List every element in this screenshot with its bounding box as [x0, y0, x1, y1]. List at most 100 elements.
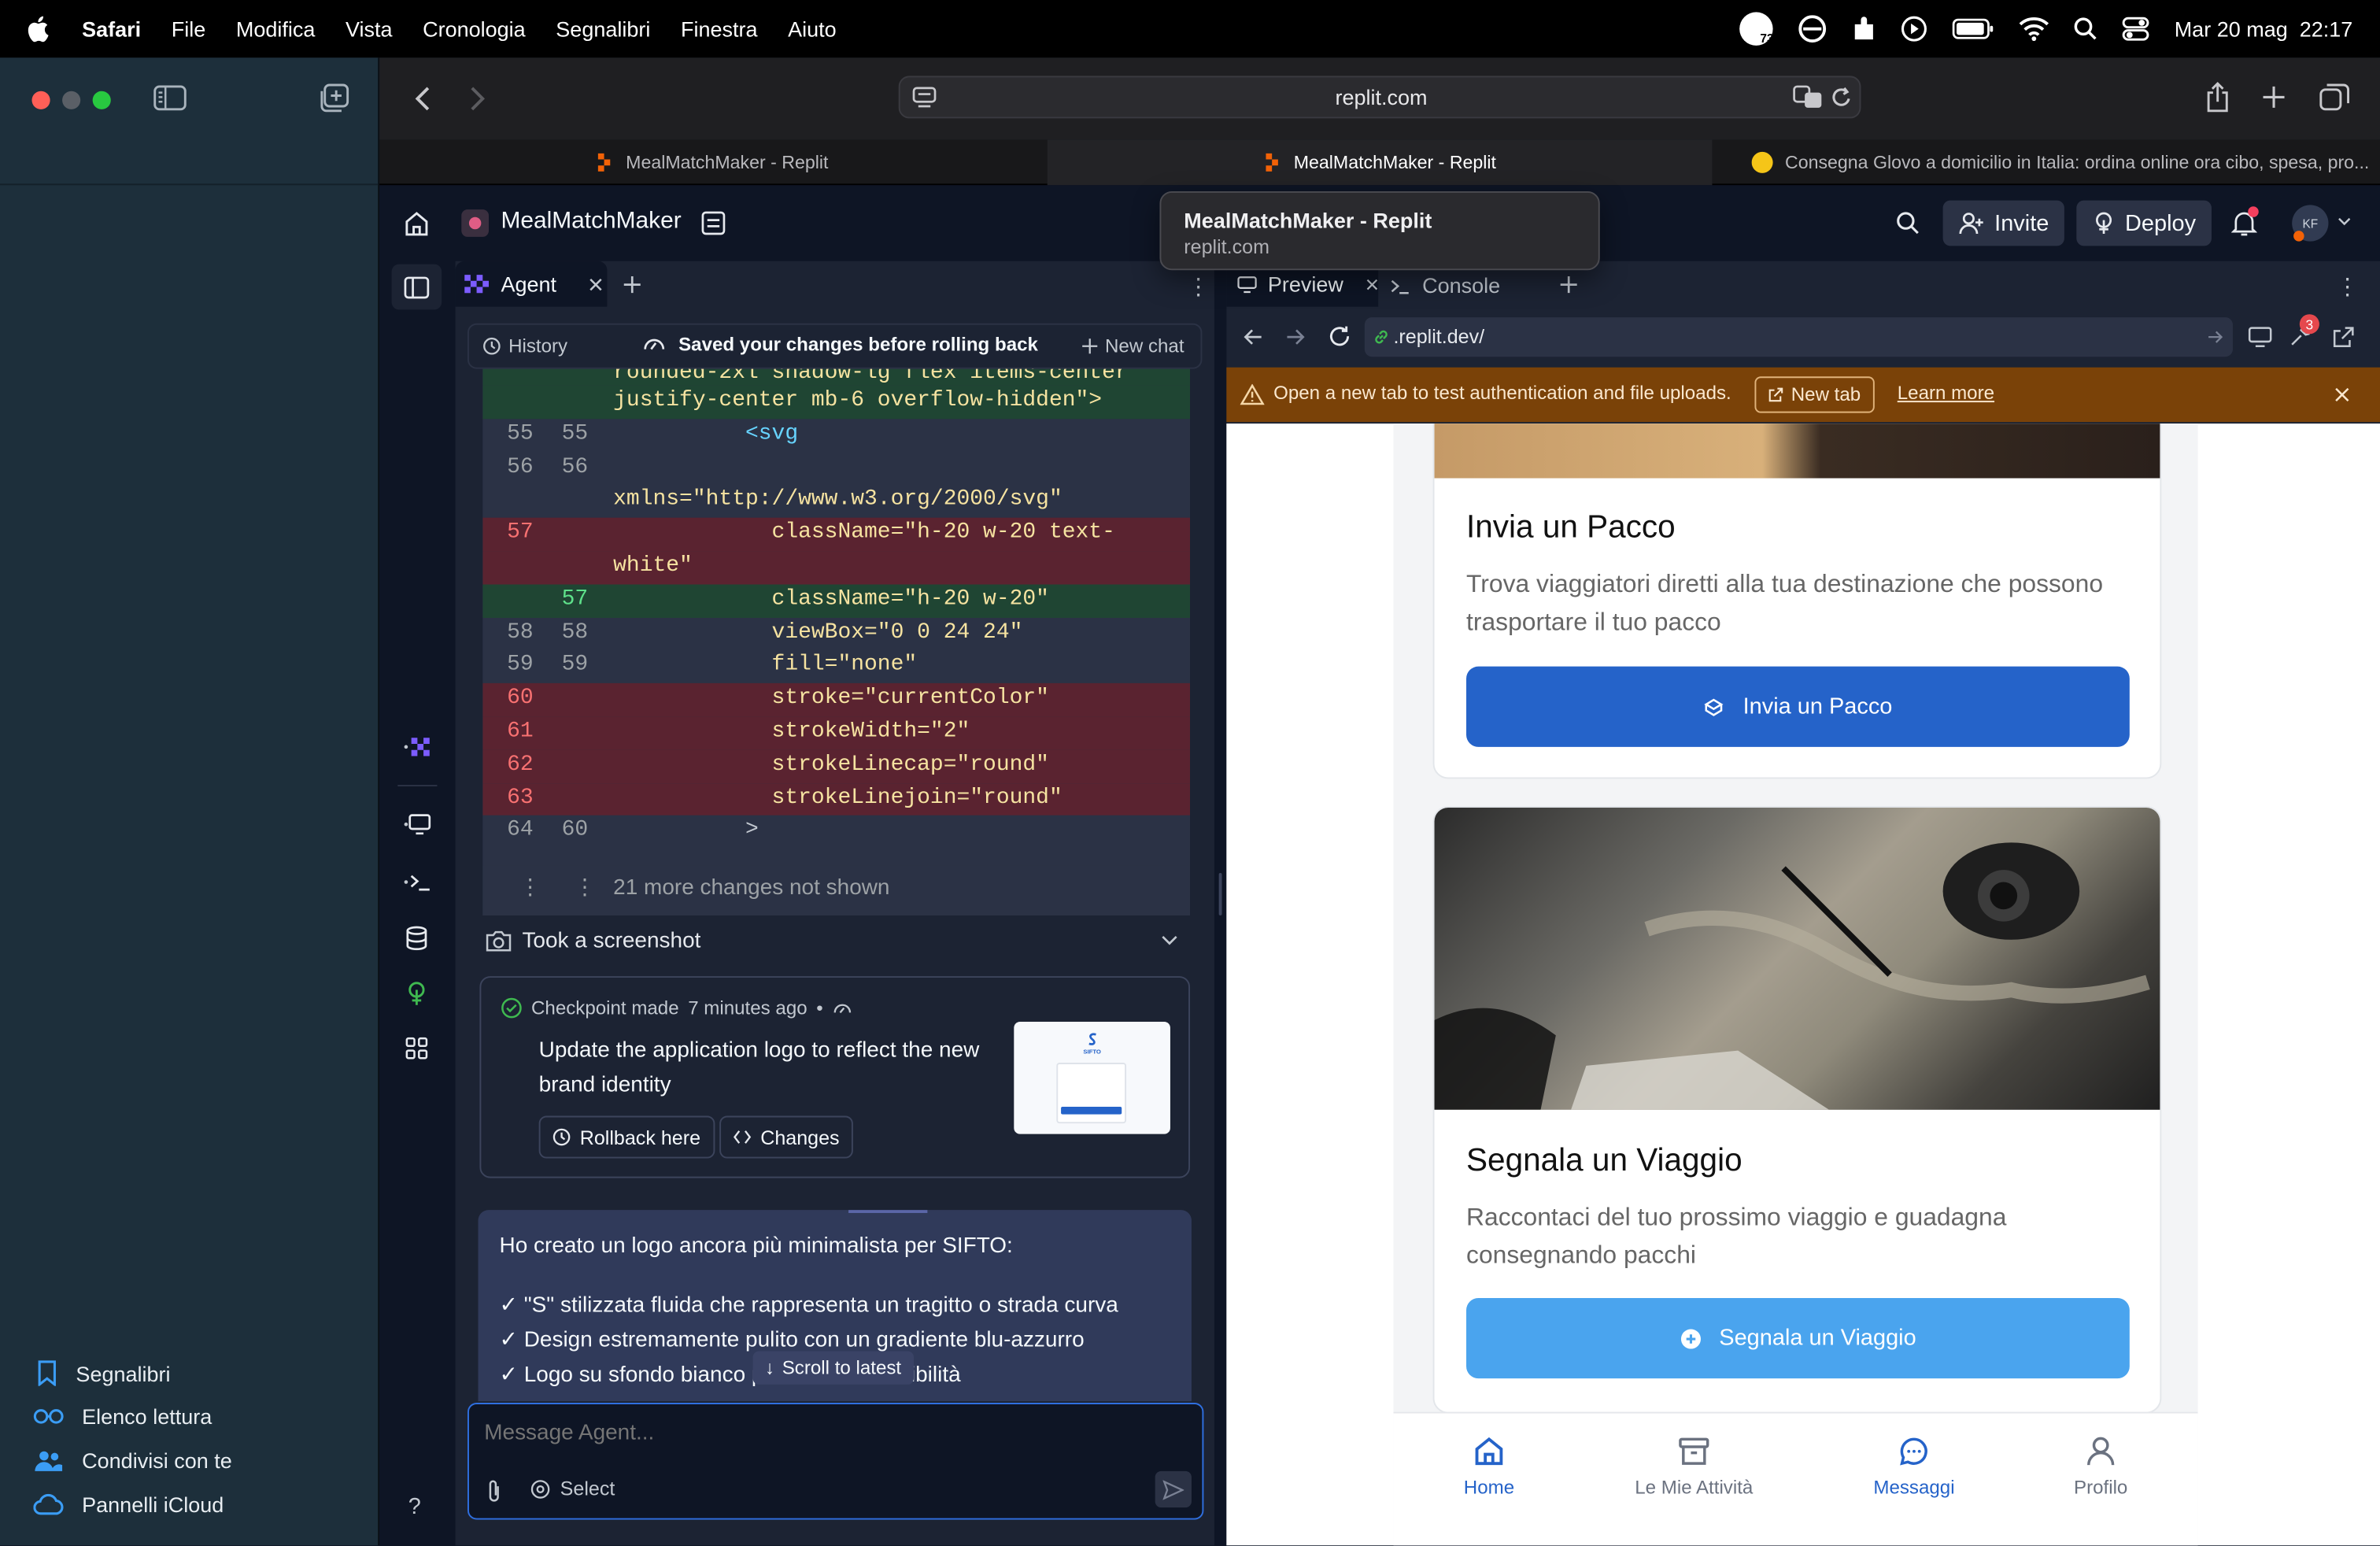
home-icon[interactable] [404, 211, 430, 237]
minimize-window-button[interactable] [62, 91, 81, 109]
play-icon[interactable] [1901, 15, 1929, 43]
rollback-button[interactable]: Rollback here [538, 1115, 715, 1159]
close-icon[interactable] [2334, 387, 2349, 402]
menu-modifica[interactable]: Modifica [221, 17, 331, 41]
new-tab-icon[interactable] [2262, 85, 2286, 109]
sidebar-shared-with-you[interactable]: Condivisi con te [33, 1448, 232, 1473]
puzzle-icon[interactable] [1853, 15, 1877, 43]
nav-messages[interactable]: Messaggi [1823, 1435, 2005, 1499]
pane-resize-handle[interactable] [1218, 872, 1222, 915]
translate-icon[interactable] [1793, 85, 1824, 109]
console-tab[interactable]: Console [1391, 273, 1500, 298]
menu-finestra[interactable]: Finestra [666, 17, 773, 41]
nav-profile[interactable]: Profilo [2009, 1435, 2191, 1499]
menu-app-name[interactable]: Safari [67, 17, 157, 41]
sidebar-icloud-tabs[interactable]: Pannelli iCloud [33, 1492, 224, 1517]
chevron-down-icon[interactable] [1161, 935, 1177, 946]
sidebar-bookmarks[interactable]: Segnalibri [36, 1360, 171, 1386]
eye-status-icon[interactable] [1798, 15, 1828, 43]
webview-tool-icon[interactable] [404, 814, 431, 837]
menu-aiuto[interactable]: Aiuto [773, 17, 852, 41]
tab-overview-icon[interactable] [2319, 83, 2350, 111]
learn-more-link[interactable]: Learn more [1898, 383, 1994, 404]
project-avatar[interactable] [461, 209, 490, 237]
forward-icon[interactable] [469, 85, 487, 113]
deploy-button[interactable]: Deploy [2076, 200, 2212, 246]
tab-mealmatchmaker-2[interactable]: MealMatchMaker - Replit [1047, 139, 1713, 186]
nav-my-activities[interactable]: Le Mie Attività [1603, 1435, 1785, 1499]
notifications-bell-icon[interactable] [2231, 206, 2259, 237]
screenshot-action[interactable]: Took a screenshot [486, 926, 1184, 956]
address-text[interactable]: replit.com [900, 85, 1863, 109]
expand-icon[interactable]: ⋮ [574, 876, 596, 901]
share-icon[interactable] [2205, 82, 2230, 113]
new-line-number: 56 [561, 454, 589, 479]
attach-icon[interactable] [486, 1478, 502, 1503]
help-icon[interactable]: ? [408, 1494, 421, 1520]
preview-back-icon[interactable] [1244, 328, 1263, 346]
tab-mealmatchmaker-1[interactable]: MealMatchMaker - Replit [379, 139, 1044, 185]
project-info-icon[interactable] [701, 211, 726, 235]
add-tab-icon[interactable] [1560, 276, 1577, 294]
new-chat-button[interactable]: New chat [1082, 335, 1184, 357]
close-icon[interactable] [1366, 277, 1378, 290]
send-package-button[interactable]: Invia un Pacco [1466, 666, 2130, 747]
preview-forward-icon[interactable] [1286, 328, 1306, 346]
menubar-clock[interactable]: Mar 20 mag 22:17 [2175, 17, 2353, 41]
devtools-icon[interactable]: 3 [2289, 314, 2319, 348]
deployments-icon[interactable] [405, 981, 428, 1007]
new-tab-group-icon[interactable] [317, 83, 349, 114]
close-window-button[interactable] [31, 91, 50, 109]
invite-button[interactable]: Invite [1942, 200, 2064, 246]
zoom-window-button[interactable] [92, 91, 111, 109]
close-icon[interactable] [589, 277, 602, 290]
battery-icon[interactable] [1953, 18, 1995, 39]
pane-menu-icon[interactable]: ⋮ [1187, 273, 1210, 301]
message-agent-input[interactable] [484, 1416, 1183, 1450]
agent-tool-icon[interactable] [404, 734, 431, 759]
open-new-tab-icon[interactable] [2333, 327, 2354, 348]
file-tree-toggle-icon[interactable] [391, 264, 442, 310]
database-icon[interactable] [405, 926, 428, 951]
banner-new-tab-button[interactable]: New tab [1754, 376, 1875, 413]
nav-home[interactable]: Home [1398, 1435, 1580, 1499]
menu-file[interactable]: File [156, 17, 220, 41]
apple-icon[interactable] [0, 15, 67, 43]
wifi-icon[interactable] [2020, 17, 2050, 42]
status-app-icon[interactable]: 73 [1740, 12, 1774, 46]
device-preview-icon[interactable] [2248, 327, 2272, 348]
checkpoint-thumbnail[interactable]: SIFTO [1014, 1021, 1170, 1134]
user-avatar[interactable]: KF [2292, 205, 2329, 242]
menu-segnalibri[interactable]: Segnalibri [541, 17, 666, 41]
spotlight-search-icon[interactable] [2074, 17, 2098, 41]
arrow-right-icon[interactable] [2207, 330, 2223, 345]
sidebar-toggle-icon[interactable] [153, 85, 187, 111]
reload-icon[interactable] [1831, 87, 1852, 109]
search-icon[interactable] [1896, 211, 1920, 235]
select-element-button[interactable]: Select [530, 1478, 615, 1500]
add-tab-icon[interactable] [623, 276, 641, 294]
menu-cronologia[interactable]: Cronologia [408, 17, 541, 41]
preview-url-bar[interactable]: .replit.dev/ [1364, 317, 2233, 357]
control-center-icon[interactable] [2123, 17, 2150, 41]
scroll-to-latest-button[interactable]: ↓ Scroll to latest [752, 1351, 914, 1385]
tab-title: MealMatchMaker - Replit [626, 151, 829, 173]
report-trip-button[interactable]: Segnala un Viaggio [1466, 1297, 2130, 1379]
chevron-down-icon[interactable] [2338, 217, 2351, 227]
address-bar[interactable]: replit.com [898, 76, 1863, 119]
agent-tab[interactable]: Agent [455, 261, 608, 307]
project-name[interactable]: MealMatchMaker [501, 208, 681, 235]
expand-icon[interactable]: ⋮ [519, 876, 541, 901]
sidebar-reading-list[interactable]: Elenco lettura [33, 1404, 212, 1429]
shell-tool-icon[interactable] [404, 871, 431, 893]
tab-glovo[interactable]: Consegna Glovo a domicilio in Italia: or… [1751, 139, 2374, 185]
back-icon[interactable] [413, 85, 431, 113]
pane-menu-icon[interactable]: ⋮ [2336, 273, 2359, 301]
history-button[interactable]: History [482, 335, 567, 357]
menu-vista[interactable]: Vista [331, 17, 408, 41]
send-button[interactable] [1155, 1470, 1192, 1508]
all-tools-icon[interactable] [405, 1037, 428, 1060]
preview-reload-icon[interactable] [1329, 325, 1351, 348]
changes-button[interactable]: Changes [719, 1115, 853, 1159]
diff-line: xmlns="http://www.w3.org/2000/svg" [482, 485, 1190, 518]
